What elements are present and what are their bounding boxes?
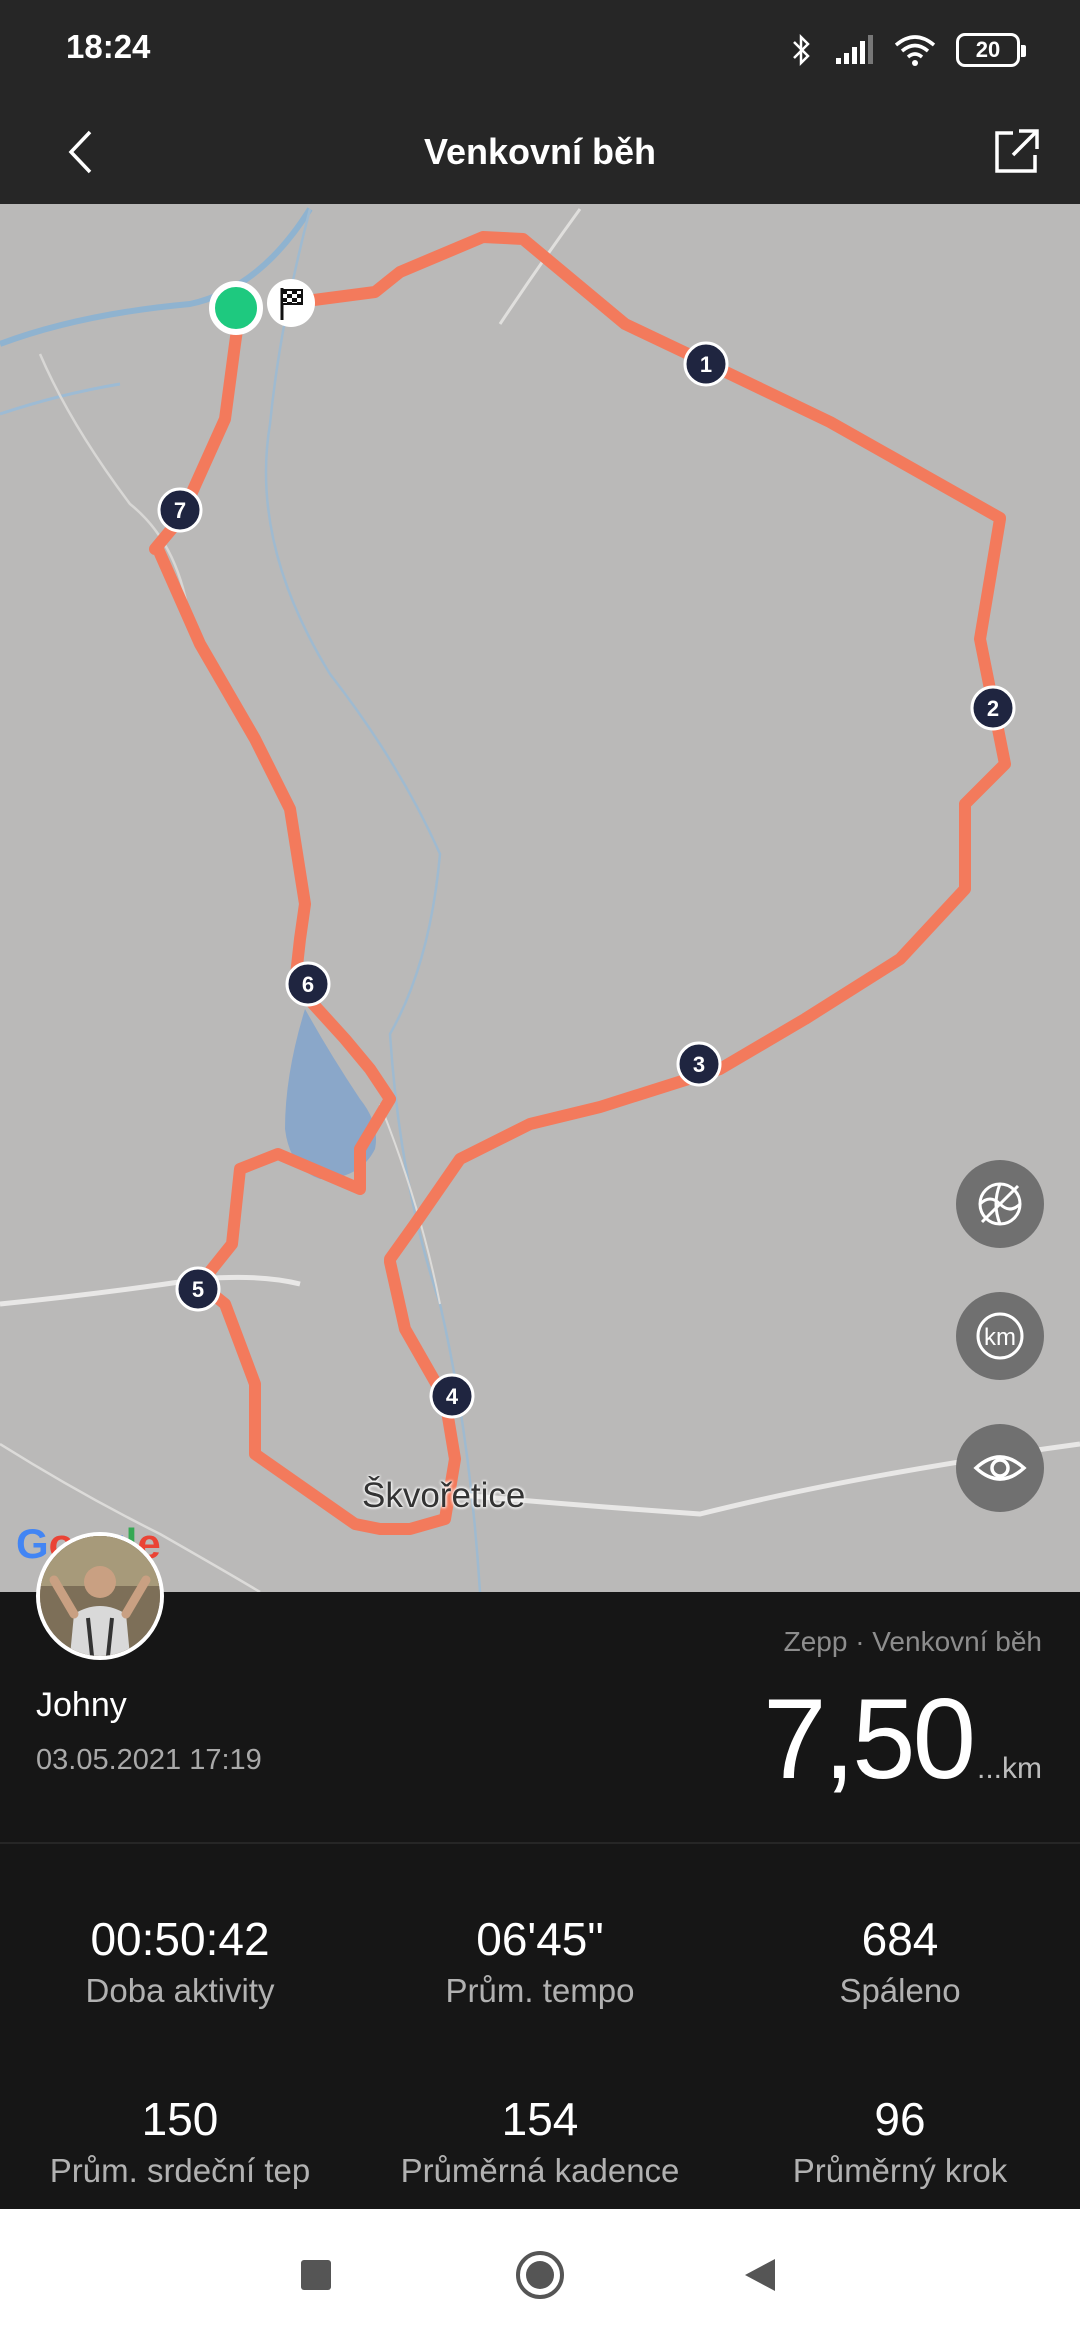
user-name: Johny bbox=[36, 1686, 127, 1724]
km-marker-7[interactable]: 7 bbox=[157, 487, 203, 533]
stat-label: Průměrná kadence bbox=[400, 2152, 680, 2189]
home-button[interactable] bbox=[504, 2239, 576, 2311]
recent-apps-icon bbox=[301, 2260, 331, 2290]
km-marker-4[interactable]: 4 bbox=[429, 1373, 475, 1419]
stat-label: Prům. tempo bbox=[445, 1972, 635, 2009]
km-marker-1[interactable]: 1 bbox=[683, 341, 729, 387]
stat-activity-time: 00:50:42 Doba aktivity bbox=[0, 1912, 360, 2010]
activity-source: Zepp · Venkovní běh bbox=[783, 1626, 1042, 1657]
stat-avg-heart-rate: 150 Prům. srdeční tep bbox=[0, 2092, 360, 2190]
stat-value: 150 bbox=[141, 2093, 219, 2145]
stat-value: 06'45" bbox=[476, 1913, 604, 1965]
start-point-icon bbox=[209, 281, 263, 335]
svg-text:6: 6 bbox=[302, 972, 314, 997]
home-icon bbox=[516, 2251, 564, 2299]
activity-date: 03.05.2021 17:19 bbox=[36, 1744, 262, 1776]
km-marker-6[interactable]: 6 bbox=[285, 961, 331, 1007]
svg-text:km: km bbox=[984, 1324, 1016, 1351]
signal-icon bbox=[836, 35, 873, 64]
distance-value: 7,50 bbox=[763, 1676, 976, 1803]
nav-back-button[interactable] bbox=[724, 2239, 796, 2311]
stat-value: 154 bbox=[501, 2093, 579, 2145]
page-title: Venkovní běh bbox=[423, 131, 657, 172]
stat-label: Prům. srdeční tep bbox=[49, 2152, 311, 2189]
system-nav-bar bbox=[0, 2209, 1080, 2340]
visibility-button[interactable] bbox=[956, 1424, 1044, 1512]
finish-flag-icon bbox=[267, 279, 315, 327]
share-button[interactable] bbox=[982, 118, 1050, 186]
km-toggle-button[interactable]: km bbox=[956, 1292, 1044, 1380]
app-bar: Venkovní běh bbox=[0, 100, 1080, 204]
stat-avg-stride: 96 Průměrný krok bbox=[720, 2092, 1080, 2190]
stat-calories: 684 Spáleno bbox=[720, 1912, 1080, 2010]
svg-text:1: 1 bbox=[700, 352, 712, 377]
svg-text:3: 3 bbox=[693, 1052, 705, 1077]
eye-icon bbox=[973, 1455, 1027, 1481]
share-icon bbox=[995, 129, 1039, 173]
nav-back-icon bbox=[745, 2259, 775, 2291]
map-type-button[interactable] bbox=[956, 1160, 1044, 1248]
km-toggle-icon: km bbox=[976, 1312, 1024, 1360]
distance: 7,50 ...km bbox=[763, 1674, 1042, 1805]
back-arrow-icon bbox=[68, 130, 92, 174]
stat-label: Průměrný krok bbox=[792, 2152, 1008, 2189]
km-marker-2[interactable]: 2 bbox=[970, 685, 1016, 731]
stat-value: 684 bbox=[861, 1913, 939, 1965]
stat-label: Doba aktivity bbox=[85, 1972, 275, 2009]
battery-level: 20 bbox=[975, 37, 1001, 62]
wifi-icon bbox=[894, 35, 936, 66]
km-marker-5[interactable]: 5 bbox=[175, 1266, 221, 1312]
stat-value: 96 bbox=[874, 2093, 926, 2145]
svg-text:4: 4 bbox=[446, 1384, 459, 1409]
avatar[interactable] bbox=[36, 1532, 164, 1660]
bluetooth-icon bbox=[793, 33, 810, 67]
map-type-icon bbox=[978, 1182, 1022, 1226]
battery-icon: 20 bbox=[956, 33, 1026, 67]
status-time: 18:24 bbox=[66, 28, 151, 65]
stat-avg-cadence: 154 Průměrná kadence bbox=[360, 2092, 720, 2190]
back-button[interactable] bbox=[50, 118, 110, 186]
map-canvas: 1 2 3 4 5 6 7 bbox=[0, 207, 1080, 1592]
status-bar: 18:24 20 bbox=[0, 0, 1080, 100]
distance-unit: ...km bbox=[977, 1752, 1042, 1785]
stats-grid: 00:50:42 Doba aktivity 06'45" Prům. temp… bbox=[0, 1844, 1080, 2209]
stat-value: 00:50:42 bbox=[90, 1913, 270, 1965]
place-label: Škvořetice bbox=[362, 1476, 526, 1515]
recent-apps-button[interactable] bbox=[280, 2239, 352, 2311]
svg-text:5: 5 bbox=[192, 1277, 204, 1302]
stat-avg-pace: 06'45" Prům. tempo bbox=[360, 1912, 720, 2010]
km-marker-3[interactable]: 3 bbox=[676, 1041, 722, 1087]
avatar-image bbox=[40, 1536, 160, 1656]
status-icons: 20 bbox=[790, 28, 1026, 72]
stat-label: Spáleno bbox=[839, 1972, 961, 2009]
activity-summary: Johny 03.05.2021 17:19 Zepp · Venkovní b… bbox=[0, 1532, 1080, 1842]
svg-text:2: 2 bbox=[987, 696, 999, 721]
route-map[interactable]: 1 2 3 4 5 6 7 Škvořetice Google km bbox=[0, 204, 1080, 1592]
svg-text:7: 7 bbox=[174, 498, 186, 523]
